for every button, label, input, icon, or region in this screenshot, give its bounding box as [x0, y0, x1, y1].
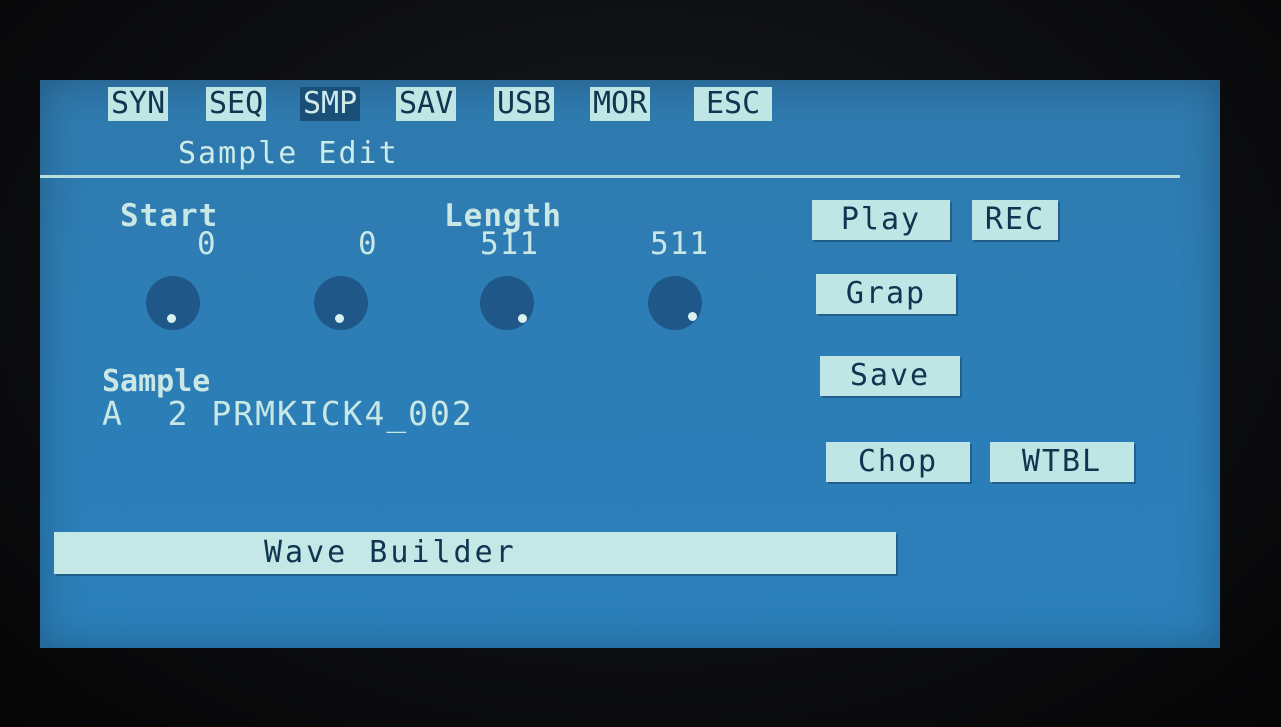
lcd-screen: SYN SEQ SMP SAV USB MOR ESC Sample Edit … — [40, 80, 1220, 648]
wtbl-button[interactable]: WTBL — [990, 442, 1134, 482]
tab-syn[interactable]: SYN — [108, 87, 169, 121]
knob-3-indicator — [518, 314, 527, 323]
chop-button[interactable]: Chop — [826, 442, 970, 482]
knob-4-indicator — [688, 312, 697, 321]
play-button[interactable]: Play — [812, 200, 950, 240]
knob-3[interactable] — [480, 276, 534, 330]
sample-number: 2 — [167, 394, 190, 433]
tab-sav[interactable]: SAV — [396, 87, 457, 121]
tab-esc[interactable]: ESC — [694, 87, 773, 121]
knob-1-indicator — [167, 314, 176, 323]
knob-2-indicator — [335, 314, 344, 323]
sample-value[interactable]: A 2 PRMKICK4_002 — [102, 394, 474, 433]
tab-seq[interactable]: SEQ — [206, 87, 267, 121]
tab-smp[interactable]: SMP — [300, 87, 361, 121]
wave-builder-bar[interactable]: Wave Builder — [54, 532, 896, 574]
save-button[interactable]: Save — [820, 356, 960, 396]
knob-1[interactable] — [146, 276, 200, 330]
sample-bank: A — [102, 394, 124, 433]
wave-builder-label: Wave Builder — [264, 535, 517, 570]
page-title: Sample Edit — [178, 136, 399, 171]
knob-3-value: 511 — [480, 226, 539, 262]
rec-button[interactable]: REC — [972, 200, 1058, 240]
tab-mor[interactable]: MOR — [590, 87, 651, 121]
sample-name: PRMKICK4_002 — [211, 394, 474, 433]
knob-1-value: 0 — [197, 226, 217, 262]
knob-2[interactable] — [314, 276, 368, 330]
grap-button[interactable]: Grap — [816, 274, 956, 314]
knob-2-value: 0 — [358, 226, 378, 262]
tab-usb[interactable]: USB — [494, 87, 555, 121]
knob-4-value: 511 — [650, 226, 709, 262]
title-divider — [40, 175, 1180, 178]
knob-4[interactable] — [648, 276, 702, 330]
